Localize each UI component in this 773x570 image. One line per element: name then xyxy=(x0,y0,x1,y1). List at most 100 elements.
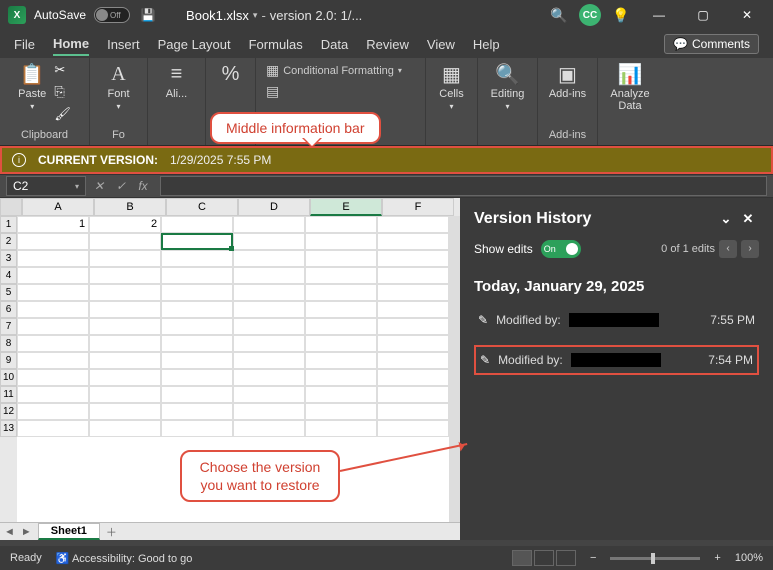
cell[interactable] xyxy=(233,301,305,318)
cut-icon[interactable]: ✂ xyxy=(54,62,71,78)
cell[interactable] xyxy=(377,216,449,233)
row-header[interactable]: 6 xyxy=(0,301,17,318)
number-button[interactable]: % xyxy=(222,62,240,86)
cell[interactable] xyxy=(89,250,161,267)
cell[interactable] xyxy=(233,250,305,267)
cell[interactable] xyxy=(17,369,89,386)
format-as-table-button[interactable]: ▤ xyxy=(266,83,279,100)
editing-button[interactable]: 🔍Editing▾ xyxy=(491,62,525,111)
cell[interactable] xyxy=(89,403,161,420)
cell[interactable]: 2 xyxy=(89,216,161,233)
cell[interactable] xyxy=(305,352,377,369)
maximize-button[interactable]: ▢ xyxy=(685,8,721,22)
cell[interactable] xyxy=(89,369,161,386)
cell[interactable] xyxy=(233,369,305,386)
row-header[interactable]: 12 xyxy=(0,403,17,420)
cell[interactable] xyxy=(305,233,377,250)
cell[interactable] xyxy=(161,403,233,420)
cell[interactable] xyxy=(377,301,449,318)
cell[interactable] xyxy=(305,403,377,420)
cell[interactable] xyxy=(305,420,377,437)
cell[interactable] xyxy=(89,301,161,318)
cell[interactable] xyxy=(377,318,449,335)
cell[interactable] xyxy=(377,335,449,352)
cell[interactable] xyxy=(377,352,449,369)
cell[interactable] xyxy=(377,386,449,403)
row-header[interactable]: 11 xyxy=(0,386,17,403)
font-button[interactable]: AFont▾ xyxy=(107,62,129,111)
autosave-toggle[interactable]: Off xyxy=(94,7,130,23)
cell[interactable] xyxy=(233,335,305,352)
cell[interactable] xyxy=(233,216,305,233)
conditional-formatting-button[interactable]: ▦Conditional Formatting▾ xyxy=(266,62,402,79)
row-header[interactable]: 4 xyxy=(0,267,17,284)
accessibility-status[interactable]: ♿ Accessibility: Good to go xyxy=(56,552,193,565)
format-painter-icon[interactable]: 🖌 xyxy=(54,106,71,122)
select-all-corner[interactable] xyxy=(0,198,22,216)
cell[interactable] xyxy=(17,318,89,335)
col-header[interactable]: E xyxy=(310,198,382,216)
cell[interactable] xyxy=(161,267,233,284)
cell[interactable] xyxy=(161,369,233,386)
row-header[interactable]: 2 xyxy=(0,233,17,250)
file-title[interactable]: Book1.xlsx▾ - version 2.0: 1/... xyxy=(186,8,362,23)
cell[interactable] xyxy=(17,335,89,352)
cell[interactable]: 1 xyxy=(17,216,89,233)
cell[interactable] xyxy=(377,369,449,386)
cell[interactable] xyxy=(305,284,377,301)
prev-edit-button[interactable]: ‹ xyxy=(719,240,737,258)
row-header[interactable]: 9 xyxy=(0,352,17,369)
row-header[interactable]: 13 xyxy=(0,420,17,437)
tab-file[interactable]: File xyxy=(14,34,35,55)
row-header[interactable]: 10 xyxy=(0,369,17,386)
row-header[interactable]: 8 xyxy=(0,335,17,352)
cell[interactable] xyxy=(17,403,89,420)
close-button[interactable]: ✕ xyxy=(729,8,765,22)
next-edit-button[interactable]: › xyxy=(741,240,759,258)
copy-icon[interactable]: ⎘ xyxy=(54,84,71,100)
cell[interactable] xyxy=(233,233,305,250)
cell[interactable] xyxy=(161,284,233,301)
row-header[interactable]: 1 xyxy=(0,216,17,233)
cell[interactable] xyxy=(17,420,89,437)
addins-button[interactable]: ▣Add-ins xyxy=(549,62,586,100)
cell[interactable] xyxy=(17,301,89,318)
cell[interactable] xyxy=(233,318,305,335)
cell[interactable] xyxy=(17,284,89,301)
view-buttons[interactable] xyxy=(512,550,576,566)
cell[interactable] xyxy=(89,386,161,403)
name-box[interactable]: C2▾ xyxy=(6,176,86,196)
cell[interactable] xyxy=(161,216,233,233)
tab-insert[interactable]: Insert xyxy=(107,34,140,55)
col-header[interactable]: B xyxy=(94,198,166,216)
save-icon[interactable]: 💾 xyxy=(138,8,158,22)
cell[interactable] xyxy=(89,420,161,437)
cells-button[interactable]: ▦Cells▾ xyxy=(439,62,463,111)
cell[interactable] xyxy=(17,250,89,267)
cell[interactable] xyxy=(89,284,161,301)
enter-formula-icon[interactable]: ✓ xyxy=(112,179,130,193)
cell[interactable] xyxy=(233,352,305,369)
cell[interactable] xyxy=(233,403,305,420)
new-sheet-button[interactable]: ＋ xyxy=(106,524,117,540)
cell[interactable] xyxy=(377,420,449,437)
cell[interactable] xyxy=(377,233,449,250)
cell[interactable] xyxy=(377,250,449,267)
cell[interactable] xyxy=(17,267,89,284)
collapse-icon[interactable]: ⌄ xyxy=(715,211,737,227)
cell[interactable] xyxy=(89,318,161,335)
tab-help[interactable]: Help xyxy=(473,34,500,55)
cell[interactable] xyxy=(161,335,233,352)
formula-input[interactable] xyxy=(160,176,767,196)
cell[interactable] xyxy=(377,403,449,420)
comments-button[interactable]: 💬 Comments xyxy=(664,34,759,54)
row-header[interactable]: 3 xyxy=(0,250,17,267)
cell[interactable] xyxy=(305,369,377,386)
cell[interactable] xyxy=(89,233,161,250)
zoom-slider[interactable] xyxy=(610,557,700,560)
cell[interactable] xyxy=(377,267,449,284)
sheet-nav-prev[interactable]: ◄ xyxy=(4,526,15,538)
cell[interactable] xyxy=(89,352,161,369)
cell[interactable] xyxy=(233,267,305,284)
cell[interactable] xyxy=(89,267,161,284)
